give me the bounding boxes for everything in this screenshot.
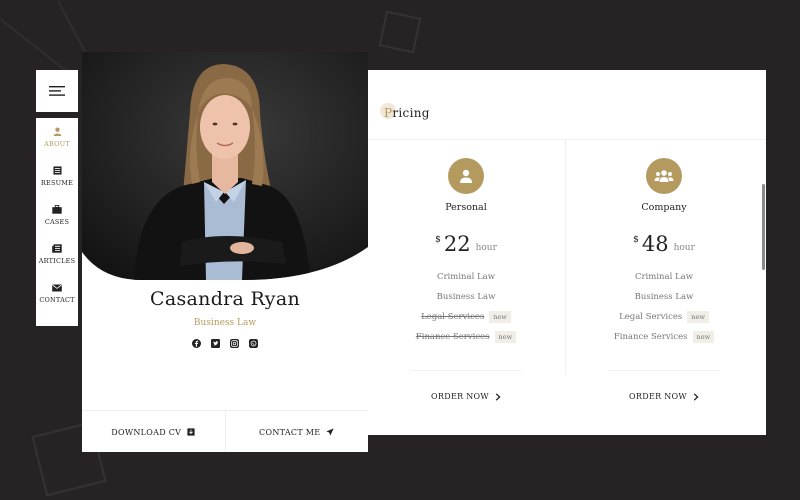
feature-list: Criminal Law Business Law Legal Services… (566, 267, 762, 347)
decorative-line (0, 18, 72, 76)
profile-role: Business Law (193, 318, 257, 328)
order-area-company: ORDER NOW (566, 370, 762, 403)
nav-label-about: ABOUT (44, 140, 70, 148)
feature-text: Criminal Law (634, 272, 693, 282)
feature-item: Legal Services new (368, 307, 564, 327)
section-title: Pricing (380, 103, 430, 120)
plan-card-company: Company $ 48 hour Criminal Law Business … (566, 158, 762, 347)
plan-price: $ 22 hour (368, 227, 564, 255)
list-icon (52, 166, 62, 175)
feature-text: Business Law (634, 292, 694, 302)
plan-icon-badge (646, 158, 682, 194)
social-links (82, 339, 368, 348)
send-icon (326, 428, 335, 436)
feature-item: Finance Services new (566, 327, 762, 347)
feature-list: Criminal Law Business Law Legal Services… (368, 267, 564, 347)
feature-text: Finance Services (415, 332, 490, 342)
group-icon (654, 170, 674, 182)
decorative-square (378, 10, 422, 54)
nav-item-articles[interactable]: ARTICLES (36, 235, 78, 274)
price-unit: hour (475, 243, 497, 253)
person-icon (460, 169, 472, 183)
price-currency: $ (435, 235, 441, 245)
price-currency: $ (633, 235, 639, 245)
nav-label-articles: ARTICLES (38, 257, 76, 265)
feature-item: Business Law (566, 287, 762, 307)
nav-label-cases: CASES (44, 218, 70, 226)
order-now-label: ORDER NOW (431, 392, 489, 401)
plan-price: $ 48 hour (566, 227, 762, 255)
profile-card: Casandra Ryan Business Law DOWNLOAD CV C… (82, 52, 368, 452)
whatsapp-icon[interactable] (249, 339, 258, 348)
new-badge: new (489, 310, 511, 323)
new-badge: new (687, 310, 709, 323)
facebook-icon[interactable] (192, 339, 201, 348)
scrollbar[interactable] (762, 184, 765, 270)
divider (411, 370, 521, 371)
feature-item: Finance Services new (368, 327, 564, 347)
contact-me-button[interactable]: CONTACT ME (224, 411, 369, 452)
profile-actions: DOWNLOAD CV CONTACT ME (82, 410, 368, 452)
order-area-personal: ORDER NOW (368, 370, 564, 403)
twitter-icon[interactable] (211, 339, 220, 348)
nav-item-cases[interactable]: CASES (36, 196, 78, 235)
chevron-right-icon (495, 392, 501, 401)
hamburger-menu-icon (49, 86, 65, 96)
instagram-icon[interactable] (230, 339, 239, 348)
new-badge: new (692, 330, 715, 343)
user-icon (53, 127, 61, 136)
price-amount: 48 (641, 232, 669, 256)
feature-item: Criminal Law (566, 267, 762, 287)
feature-text: Finance Services (613, 332, 688, 342)
feature-item: Business Law (368, 287, 564, 307)
price-unit: hour (673, 243, 695, 253)
nav-item-about[interactable]: ABOUT (36, 118, 78, 157)
feature-item: Legal Services new (566, 307, 762, 327)
side-nav: ABOUT RESUME CASES ARTICLES CONTACT (36, 118, 78, 326)
pricing-section: Pricing Personal $ 22 hour Criminal Law … (368, 70, 766, 435)
feature-text: Legal Services (421, 312, 485, 322)
plan-name: Personal (445, 202, 487, 213)
divider (368, 139, 766, 140)
plan-icon-badge (448, 158, 484, 194)
feature-item: Criminal Law (368, 267, 564, 287)
nav-item-resume[interactable]: RESUME (36, 157, 78, 196)
feature-text: Business Law (436, 292, 496, 302)
profile-name: Casandra Ryan (150, 288, 300, 310)
divider (609, 370, 719, 371)
menu-button[interactable] (36, 70, 78, 112)
nav-label-contact: CONTACT (39, 295, 75, 304)
plan-card-personal: Personal $ 22 hour Criminal Law Business… (368, 158, 564, 347)
download-icon (187, 428, 195, 436)
feature-text: Legal Services (619, 312, 683, 322)
order-now-button[interactable]: ORDER NOW (431, 392, 501, 401)
feature-text: Criminal Law (436, 272, 495, 282)
price-amount: 22 (443, 232, 471, 256)
plan-name: Company (641, 202, 687, 213)
order-now-button[interactable]: ORDER NOW (629, 392, 699, 401)
new-badge: new (494, 330, 517, 343)
section-title-rest: ricing (392, 106, 430, 120)
contact-me-label: CONTACT ME (259, 427, 321, 437)
profile-photo (82, 52, 368, 280)
envelope-icon (52, 284, 62, 291)
briefcase-icon (52, 205, 62, 214)
download-cv-label: DOWNLOAD CV (111, 427, 182, 437)
download-cv-button[interactable]: DOWNLOAD CV (82, 411, 225, 452)
nav-label-resume: RESUME (40, 179, 74, 187)
nav-item-contact[interactable]: CONTACT (36, 274, 78, 313)
decorative-line (57, 0, 88, 55)
chevron-right-icon (693, 392, 699, 401)
order-now-label: ORDER NOW (629, 392, 687, 401)
newspaper-icon (52, 244, 62, 253)
